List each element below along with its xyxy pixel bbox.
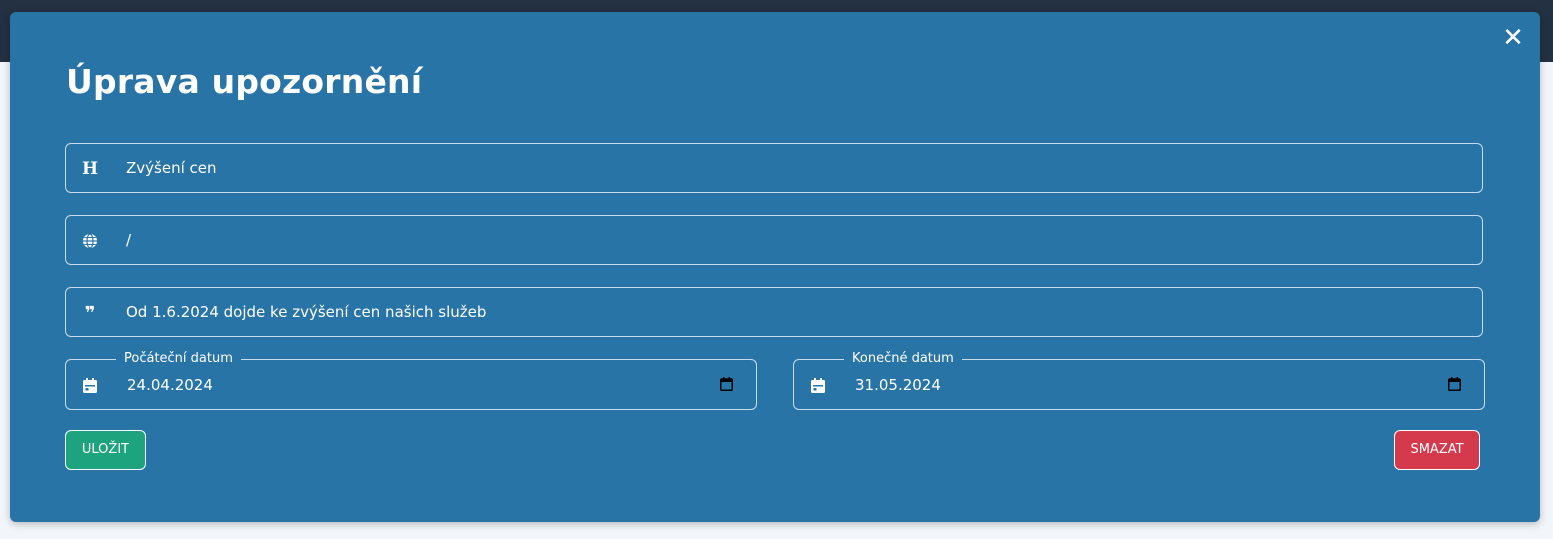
calendar-icon (81, 376, 99, 394)
date-picker-icon[interactable] (718, 376, 734, 392)
start-date-field[interactable]: Počáteční datum 24.04.2024 (65, 350, 757, 410)
heading-input[interactable]: Zvýšení cen (126, 144, 217, 192)
end-date-field[interactable]: Konečné datum 31.05.2024 (793, 350, 1485, 410)
end-date-input[interactable]: 31.05.2024 (855, 360, 941, 409)
quote-icon: ❞ (84, 302, 96, 324)
message-input[interactable]: Od 1.6.2024 dojde ke zvýšení cen našich … (126, 288, 486, 336)
close-icon[interactable]: ✕ (1501, 25, 1525, 51)
heading-field[interactable]: H Zvýšení cen (65, 143, 1483, 193)
edit-notification-modal: ✕ Úprava upozornění H Zvýšení cen / ❞ Od… (10, 12, 1540, 522)
message-field[interactable]: ❞ Od 1.6.2024 dojde ke zvýšení cen našic… (65, 287, 1483, 337)
url-input[interactable]: / (126, 216, 131, 264)
save-button[interactable]: ULOŽIT (65, 430, 146, 470)
globe-icon (80, 231, 100, 251)
date-picker-icon[interactable] (1446, 376, 1462, 392)
start-date-input[interactable]: 24.04.2024 (127, 360, 213, 409)
calendar-icon (809, 376, 827, 394)
heading-icon: H (81, 159, 99, 179)
modal-title: Úprava upozornění (66, 62, 423, 101)
delete-button[interactable]: SMAZAT (1394, 430, 1480, 470)
url-field[interactable]: / (65, 215, 1483, 265)
